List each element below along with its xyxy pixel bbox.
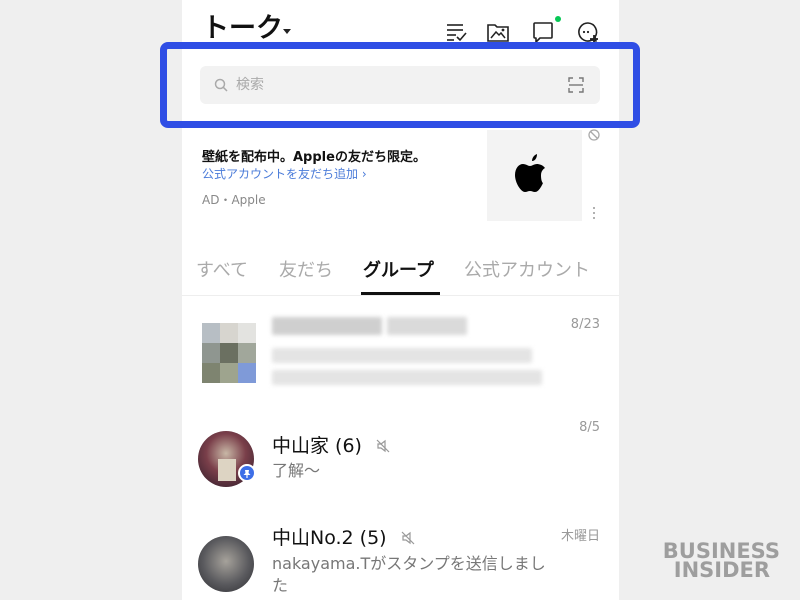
list-item[interactable]: 中山家 (6) 了解〜 8/5 [182,415,619,510]
watermark-line: INSIDER [673,558,771,582]
ad-block-icon[interactable] [588,126,600,145]
chat-name: 中山No.2 (5) [272,523,415,550]
chat-name-text: 中山No.2 (5) [272,527,387,549]
chat-preview: nakayama.Tがスタンプを送信しました [272,554,546,595]
chat-icon[interactable] [531,20,555,44]
mute-icon [401,528,415,550]
chat-name-text: 中山家 (6) [272,435,362,457]
tab-official-accounts[interactable]: 公式アカウント [464,256,590,282]
apple-logo-icon [515,154,545,192]
search-icon [214,77,228,96]
new-indicator-dot [555,16,561,22]
new-chat-icon[interactable] [576,20,600,44]
mute-icon [376,436,390,458]
blurred-name [272,317,382,335]
edit-list-icon[interactable] [444,20,468,44]
ad-add-friend-link[interactable]: 公式アカウントを友だち追加 › [202,165,367,182]
chat-date: 8/5 [579,420,600,435]
chat-preview: 了解〜 [272,461,321,480]
ad-title: 壁紙を配布中。Appleの友だち限定。 [202,150,426,165]
avatar [198,536,254,592]
chat-date: 8/23 [570,317,600,332]
blurred-preview [272,370,542,385]
search-input[interactable] [236,66,556,104]
ad-label: AD・Apple [202,193,266,207]
list-item[interactable]: 8/23 [182,305,619,405]
header: トーク [182,0,619,60]
ad-image[interactable] [487,130,582,221]
blurred-name [387,317,467,335]
more-options-icon[interactable] [592,207,596,221]
chat-name: 中山家 (6) [272,431,390,458]
page-title[interactable]: トーク [202,12,283,46]
qr-scan-icon[interactable] [568,77,584,97]
tab-groups[interactable]: グループ [363,256,434,282]
search-bar[interactable] [200,66,600,104]
tab-bar: すべて 友だち グループ 公式アカウント [182,240,619,296]
album-folder-icon[interactable] [486,20,510,44]
ad-banner[interactable]: 壁紙を配布中。Appleの友だち限定。 公式アカウントを友だち追加 › AD・A… [182,126,619,230]
chevron-down-icon[interactable] [283,29,291,34]
chat-date: 木曜日 [560,529,600,544]
chat-list-screen: トーク 検索 壁紙を配布中。Appleの友だち限定。 公式アカウントを友だち追加… [182,0,619,600]
list-item[interactable]: 中山No.2 (5) nakayama.Tがスタンプを送信しました 木曜日 [182,520,619,600]
pin-icon [238,464,256,482]
tab-friends[interactable]: 友だち [279,256,333,282]
business-insider-logo: BUSINESS INSIDER [663,541,780,582]
avatar [202,323,256,383]
active-tab-indicator [361,292,440,295]
tab-all[interactable]: すべて [196,256,248,282]
blurred-preview [272,348,532,363]
